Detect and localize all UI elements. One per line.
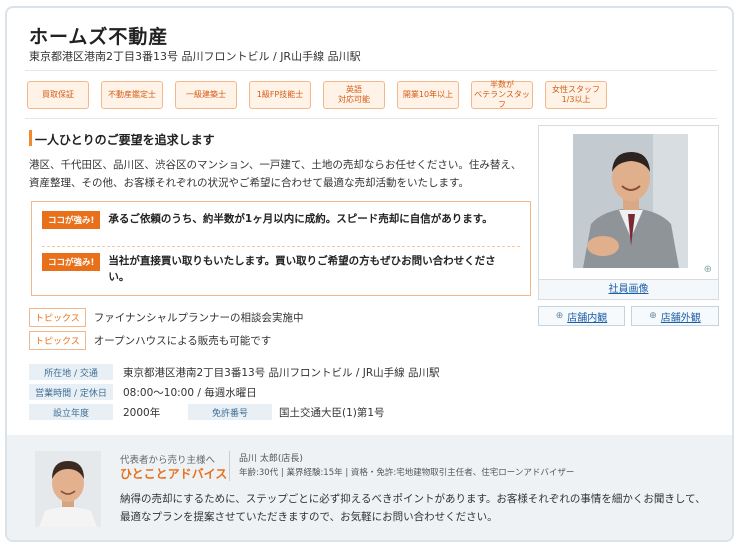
store-outside-button[interactable]: ⊕ 店舗外観 — [631, 306, 719, 326]
badge-10years: 開業10年以上 — [397, 81, 459, 109]
hours-label: 営業時間 / 定休日 — [29, 384, 113, 400]
badge-english: 英語 対応可能 — [323, 81, 385, 109]
badge-buyback: 買取保証 — [27, 81, 89, 109]
divider — [42, 246, 520, 247]
topic-tag: トピックス — [29, 331, 86, 350]
location-value: 東京都港区港南2丁目3番13号 品川フロントビル / JR山手線 品川駅 — [123, 367, 440, 379]
divider — [25, 118, 717, 119]
advice-section: 代表者から売り主様へ ひとことアドバイス 品川 太郎(店長) 年齢:30代 | … — [7, 435, 732, 540]
heading-accent — [29, 130, 32, 146]
badge-architect: 一級建築士 — [175, 81, 237, 109]
location-label: 所在地 / 交通 — [29, 364, 113, 380]
staff-photo-illustration — [573, 134, 688, 268]
representative-illustration — [35, 451, 101, 527]
strength-text: 当社が直接買い取りもいたします。買い取りご希望の方もぜひお問い合わせください。 — [108, 255, 496, 283]
intro-heading: 一人ひとりのご要望を追求します — [35, 133, 215, 147]
divider — [229, 451, 230, 481]
strengths-box: ココが強み! 承るご依頼のうち、約半数が1ヶ月以内に成約。スピード売却に自信があ… — [31, 201, 531, 296]
staff-photo-box: ⊕ — [538, 125, 719, 280]
strength-text: 承るご依頼のうち、約半数が1ヶ月以内に成約。スピード売却に自信があります。 — [108, 213, 493, 225]
magnifier-icon: ⊕ — [649, 311, 657, 321]
founded-value: 2000年 — [123, 407, 161, 419]
store-inside-button[interactable]: ⊕ 店舗内観 — [538, 306, 625, 326]
topic-text: ファイナンシャルプランナーの相談会実施中 — [93, 312, 304, 324]
badge-female-staff: 女性スタッフ 1/3以上 — [545, 81, 607, 109]
office-name: ホームズ不動産 — [29, 26, 169, 48]
badge-fp: 1級FP技能士 — [249, 81, 311, 109]
topic-text: オープンハウスによる販売も可能です — [93, 335, 272, 347]
store-inside-label: 店舗内観 — [567, 312, 608, 324]
store-outside-label: 店舗外観 — [660, 312, 701, 324]
badge-appraiser: 不動産鑑定士 — [101, 81, 163, 109]
strength-item: ココが強み! 承るご依頼のうち、約半数が1ヶ月以内に成約。スピード売却に自信があ… — [42, 211, 508, 229]
divider — [25, 70, 717, 71]
badge-veteran: 半数が ベテランスタッフ — [471, 80, 533, 109]
office-card: ホームズ不動産 東京都港区港南2丁目3番13号 品川フロントビル / JR山手線… — [5, 6, 734, 542]
advice-subtitle: 代表者から売り主様へ — [120, 455, 216, 466]
intro-text: 港区、千代田区、品川区、渋谷区のマンション、一戸建て、土地の売却ならお任せくださ… — [29, 159, 522, 189]
license-value: 国土交通大臣(1)第1号 — [279, 407, 385, 419]
founded-label: 設立年度 — [29, 404, 113, 420]
topic-tag: トピックス — [29, 308, 86, 327]
office-address: 東京都港区港南2丁目3番13号 品川フロントビル / JR山手線 品川駅 — [29, 50, 361, 63]
strength-item: ココが強み! 当社が直接買い取りもいたします。買い取りご希望の方もぜひお問い合わ… — [42, 253, 508, 285]
strength-tag: ココが強み! — [42, 211, 101, 229]
zoom-icon[interactable]: ⊕ — [704, 264, 712, 275]
representative-name: 品川 太郎(店長) — [239, 454, 303, 464]
representative-photo — [35, 451, 101, 527]
topic-item: トピックス オープンハウスによる販売も可能です — [29, 331, 271, 350]
hours-value: 08:00〜10:00 / 毎週水曜日 — [123, 387, 257, 399]
staff-photo-link[interactable]: 社員画像 — [538, 280, 719, 300]
topic-item: トピックス ファイナンシャルプランナーの相談会実施中 — [29, 308, 304, 327]
feature-badges: 買取保証 不動産鑑定士 一級建築士 1級FP技能士 英語 対応可能 開業10年以… — [27, 80, 607, 109]
strength-tag: ココが強み! — [42, 253, 101, 271]
representative-career: 年齢:30代 | 業界経験:15年 | 資格・免許:宅地建物取引主任者、住宅ロー… — [239, 468, 575, 478]
advice-text: 納得の売却にするために、ステップごとに必ず抑えるべきポイントがあります。お客様そ… — [120, 493, 706, 523]
magnifier-icon: ⊕ — [555, 311, 564, 321]
staff-photo[interactable] — [573, 134, 688, 268]
license-label: 免許番号 — [188, 404, 272, 420]
advice-title: ひとことアドバイス — [120, 467, 228, 481]
